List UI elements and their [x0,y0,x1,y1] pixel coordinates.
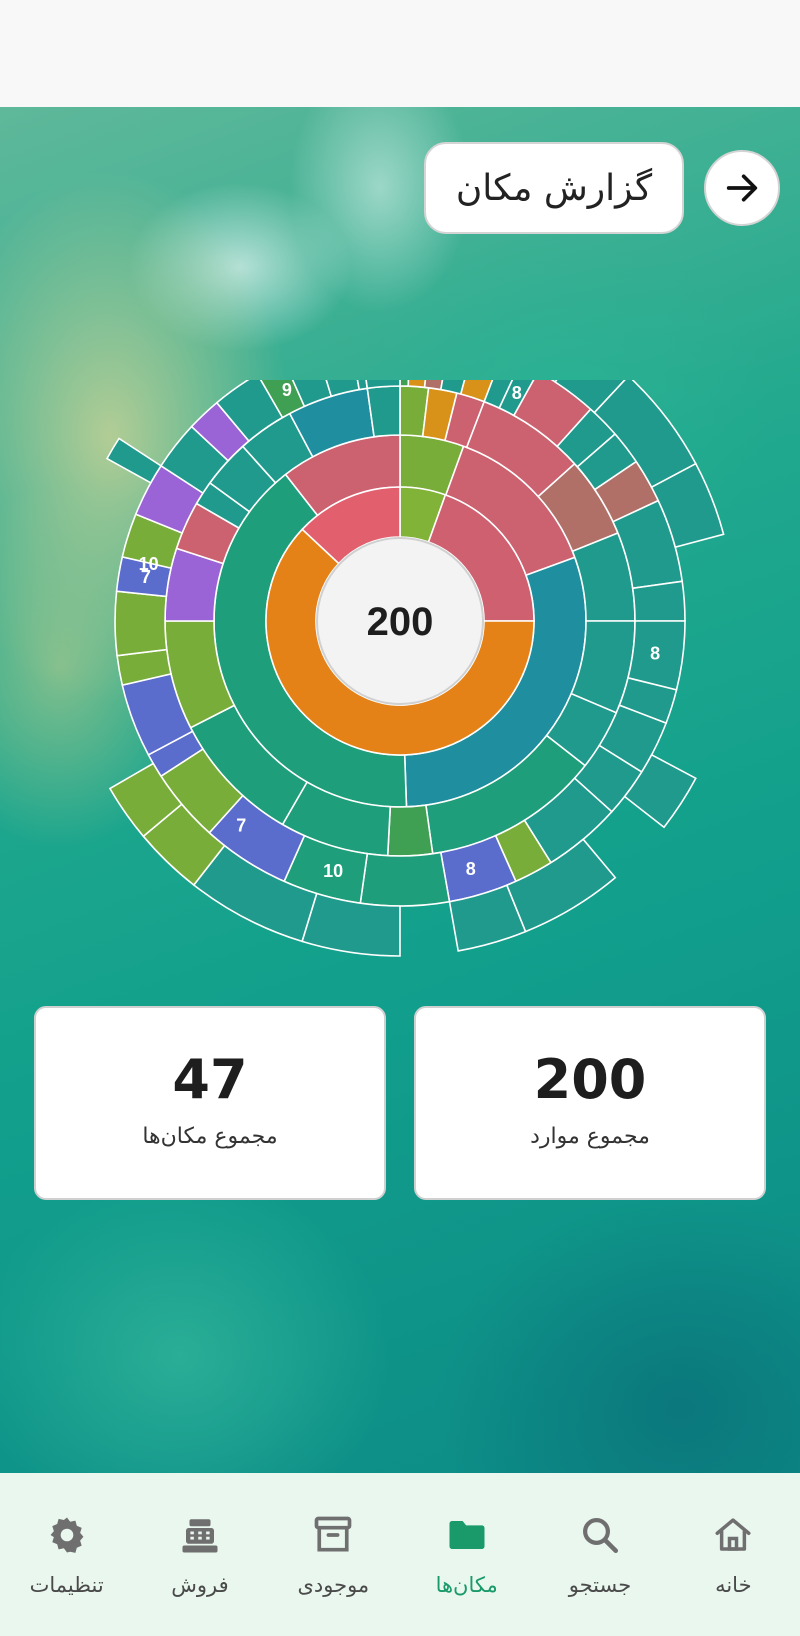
folder-icon [449,1521,485,1549]
sunburst-ring4-segment[interactable] [631,580,686,622]
nav-item-inventory[interactable]: موجودی [267,1473,400,1636]
total-locations-label: مجموع مکان‌ها [142,1124,278,1149]
back-button[interactable] [704,150,780,226]
segment-count-label: 7 [141,567,151,587]
total-items-card: 200 مجموع موارد [414,1006,766,1200]
chart-center-total: 200 [367,600,434,644]
page-title: گزارش مکان [424,142,684,234]
nav-label-settings: تنظیمات [29,1573,104,1597]
segment-count-label: 9 [282,380,292,400]
bottom-navigation: تنظیمات فروش موجودی مکان‌ها جستجو خانه [0,1473,800,1636]
search-icon [582,1518,618,1554]
gear-icon [50,1517,84,1553]
archive-icon [314,1516,352,1552]
segment-count-label: 8 [650,643,660,663]
arrow-right-icon [726,174,758,202]
segment-count-label: 8 [466,859,476,879]
status-bar-area [0,0,800,107]
nav-item-locations[interactable]: مکان‌ها [400,1473,533,1636]
segment-count-label: 7 [236,815,246,835]
sunburst-chart[interactable]: 9 81078710 8 200 [0,380,800,960]
nav-label-sales: فروش [171,1573,229,1597]
total-items-label: مجموع موارد [530,1124,650,1149]
nav-label-home: خانه [715,1573,752,1597]
segment-count-label: 8 [512,383,522,403]
nav-item-home[interactable]: خانه [667,1473,800,1636]
nav-label-search: جستجو [568,1573,632,1597]
sunburst-ring3-segment[interactable] [386,804,434,857]
total-items-value: 200 [533,1048,647,1111]
nav-label-inventory: موجودی [297,1573,370,1597]
sunburst-ring5-segment[interactable] [105,437,163,484]
cash-register-icon [182,1519,218,1553]
nav-item-search[interactable]: جستجو [533,1473,666,1636]
total-locations-value: 47 [172,1048,248,1111]
segment-count-label: 10 [323,861,343,881]
nav-item-sales[interactable]: فروش [133,1473,266,1636]
nav-label-locations: مکان‌ها [435,1573,498,1597]
sunburst-ring4-segment[interactable] [359,851,451,907]
sunburst-ring4-segment[interactable] [114,590,168,657]
nav-item-settings[interactable]: تنظیمات [0,1473,133,1636]
home-icon [715,1518,751,1551]
total-locations-card: 47 مجموع مکان‌ها [34,1006,386,1200]
